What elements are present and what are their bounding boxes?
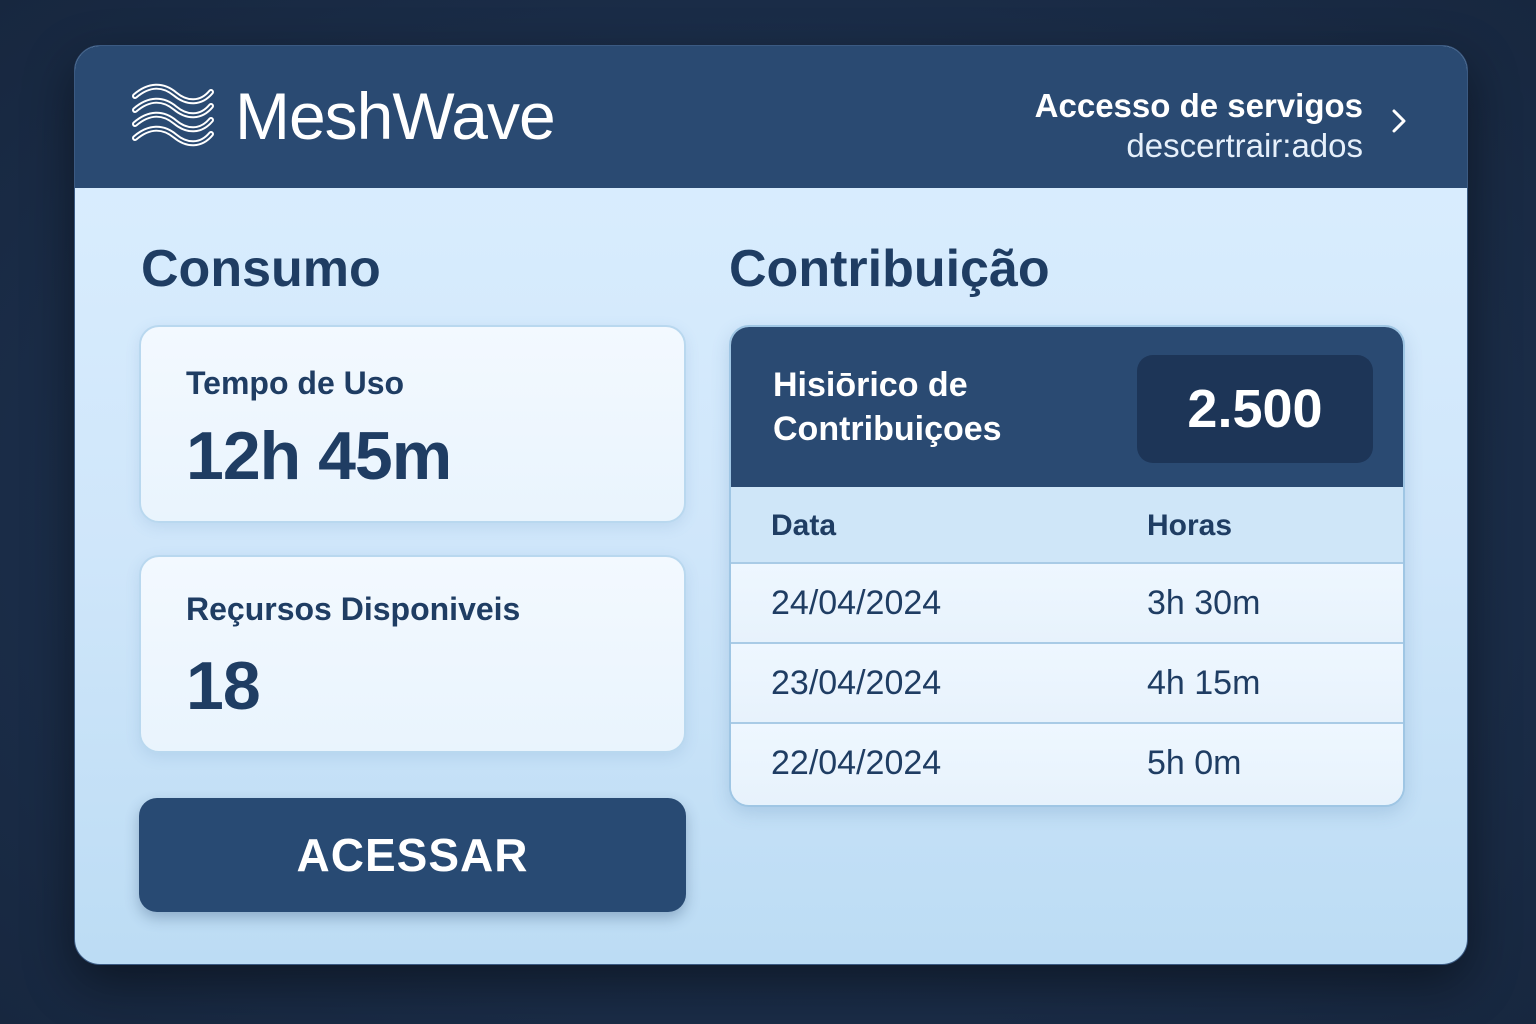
- row-hours: 4h 15m: [1147, 664, 1261, 702]
- history-title-line2: Contribuiçoes: [773, 410, 1002, 448]
- header-link-line1: Accesso de servigos: [1034, 87, 1363, 124]
- row-date: 22/04/2024: [771, 744, 942, 782]
- history-title: Hisiōrico de Contribuiçoes: [773, 363, 1002, 451]
- column-header-horas: Horas: [1147, 509, 1233, 542]
- app-window: MeshWave Accesso de servigos descertrair…: [74, 45, 1468, 965]
- row-hours: 3h 30m: [1147, 584, 1261, 622]
- available-resources-value: 18: [186, 648, 261, 724]
- table-header: Hisiōrico de Contribuiçoes 2.500: [731, 327, 1403, 487]
- contribution-history-table: Hisiōrico de Contribuiçoes 2.500 Data Ho…: [729, 325, 1405, 807]
- decentralized-services-link[interactable]: Accesso de servigos descertrair:ados: [1035, 86, 1363, 166]
- history-title-line1: Hisiōrico de: [773, 366, 968, 404]
- row-date: 23/04/2024: [771, 664, 942, 702]
- waves-logo-icon: [132, 83, 214, 147]
- brand-name: MeshWave: [235, 79, 556, 153]
- table-row: 22/04/2024 5h 0m: [731, 724, 1403, 804]
- consumo-title: Consumo: [141, 240, 381, 298]
- row-date: 24/04/2024: [771, 584, 942, 622]
- contribution-total: 2.500: [1137, 355, 1373, 463]
- column-header-row: Data Horas: [731, 487, 1403, 564]
- usage-time-label: Tempo de Uso: [186, 365, 405, 401]
- column-header-data: Data: [771, 509, 837, 542]
- header-link-line2: descertrair:ados: [1126, 127, 1363, 164]
- table-row: 24/04/2024 3h 30m: [731, 564, 1403, 644]
- available-resources-label: Reçursos Disponiveis: [186, 591, 521, 627]
- chevron-right-icon[interactable]: [1389, 106, 1409, 136]
- contribuicao-title: Contribuição: [729, 240, 1050, 298]
- app-header: MeshWave Accesso de servigos descertrair…: [75, 46, 1467, 188]
- access-button[interactable]: ACESSAR: [139, 798, 686, 912]
- row-hours: 5h 0m: [1147, 744, 1242, 782]
- available-resources-card: Reçursos Disponiveis 18: [139, 555, 686, 753]
- usage-time-value: 12h 45m: [186, 418, 452, 494]
- table-row: 23/04/2024 4h 15m: [731, 644, 1403, 724]
- usage-time-card: Tempo de Uso 12h 45m: [139, 325, 686, 523]
